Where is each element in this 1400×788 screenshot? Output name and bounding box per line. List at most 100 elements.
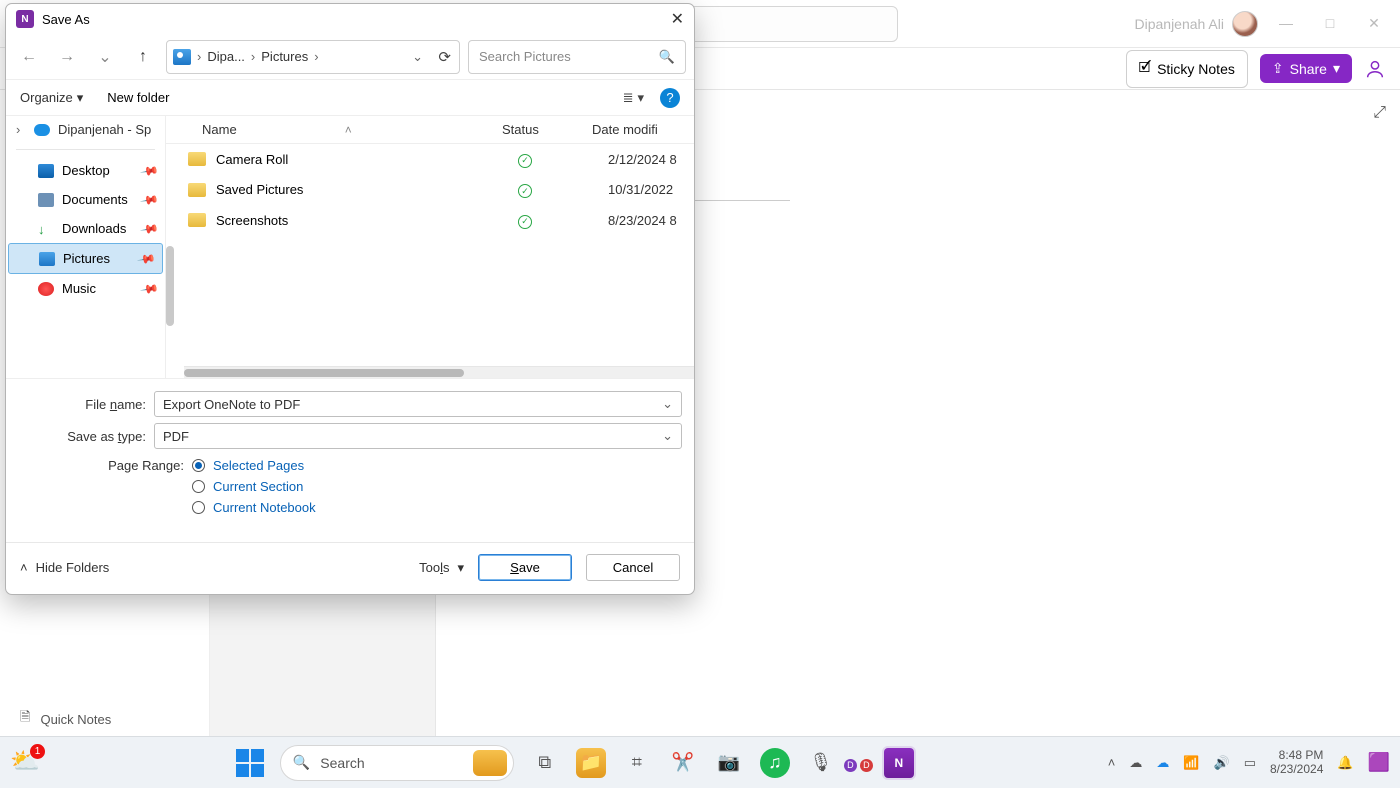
save-button[interactable]: Save [478, 554, 572, 581]
copilot-icon[interactable]: 🟪 [1368, 752, 1390, 773]
pin-icon[interactable]: 📌 [139, 189, 159, 209]
share-button[interactable]: ⇪ Share ▾ [1260, 54, 1352, 83]
nav-label: Music [62, 281, 96, 296]
activity-feed-icon[interactable] [1364, 58, 1386, 80]
nav-back-button[interactable]: ← [14, 42, 44, 72]
file-name-value: Export OneNote to PDF [163, 397, 300, 412]
notifications-icon[interactable]: 🔔 [1337, 755, 1353, 771]
file-status: ✓ [518, 212, 608, 229]
hide-folders-label: Hide Folders [36, 560, 110, 575]
column-date-header[interactable]: Date modifi [592, 122, 694, 137]
maximize-button[interactable]: □ [1322, 15, 1338, 32]
onenote-user-name: Dipanjenah Ali [1134, 16, 1224, 32]
breadcrumb-user[interactable]: Dipa... [207, 49, 245, 64]
onedrive-root[interactable]: › Dipanjenah - Sp [6, 116, 165, 143]
synced-icon: ✓ [518, 184, 532, 198]
file-row[interactable]: Saved Pictures ✓ 10/31/2022 [166, 175, 694, 206]
avatar[interactable] [1232, 11, 1258, 37]
taskbar-clock[interactable]: 8:48 PM 8/23/2024 [1270, 749, 1323, 777]
dialog-search-input[interactable]: Search Pictures 🔍 [468, 40, 686, 74]
file-row[interactable]: Camera Roll ✓ 2/12/2024 8 [166, 144, 694, 175]
onedrive-tray-icon[interactable]: ☁ [1129, 755, 1142, 771]
cancel-button[interactable]: Cancel [586, 554, 680, 581]
chevron-down-icon[interactable]: ⌄ [662, 428, 673, 444]
radio-selected-pages-label[interactable]: Selected Pages [213, 458, 304, 473]
dialog-fields: File name: Export OneNote to PDF ⌄ Save … [6, 378, 694, 524]
close-button[interactable]: ✕ [1366, 15, 1382, 32]
microphone-icon[interactable]: 🎙 [806, 748, 836, 778]
radio-current-notebook-label[interactable]: Current Notebook [213, 500, 316, 515]
file-list-hscrollbar[interactable] [184, 366, 694, 378]
nav-item-pictures[interactable]: Pictures 📌 [8, 243, 163, 274]
radio-selected-pages[interactable] [192, 459, 205, 472]
refresh-button[interactable]: ⟳ [438, 48, 451, 66]
windows-taskbar: ⛅ 1 🔍 Search ⧉ 📁 ⌗ ✂️ 📷 ♫ 🎙 D D N ˄ ☁ ☁ … [0, 736, 1400, 788]
new-folder-button[interactable]: New folder [107, 90, 169, 106]
pin-icon[interactable]: 📌 [139, 160, 159, 180]
column-status-header[interactable]: Status [502, 122, 592, 137]
expand-icon[interactable]: ⤢ [1373, 104, 1386, 122]
hide-folders-button[interactable]: ˄ Hide Folders [20, 560, 109, 575]
view-mode-button[interactable]: ≣ ▾ [623, 90, 644, 106]
minimize-button[interactable]: — [1278, 15, 1294, 32]
organize-menu[interactable]: Organize ▾ [20, 90, 83, 106]
file-row[interactable]: Screenshots ✓ 8/23/2024 8 [166, 205, 694, 236]
file-explorer-icon[interactable]: 📁 [576, 748, 606, 778]
organize-label: Organize [20, 90, 73, 105]
share-icon: ⇪ [1272, 60, 1284, 77]
sticky-notes-button[interactable]: 🗹 Sticky Notes [1126, 50, 1248, 88]
clock-time: 8:48 PM [1270, 749, 1323, 763]
radio-current-notebook[interactable] [192, 501, 205, 514]
chevron-right-icon[interactable]: › [16, 122, 26, 137]
wifi-icon[interactable]: 📶 [1183, 755, 1199, 771]
onenote-taskbar-icon[interactable]: N [884, 748, 914, 778]
page-range-group: Page Range: Selected Pages Current Secti… [108, 455, 682, 518]
nav-item-downloads[interactable]: ↓ Downloads 📌 [6, 214, 165, 243]
radio-current-section[interactable] [192, 480, 205, 493]
address-breadcrumb[interactable]: › Dipa... › Pictures › ⌄ ⟳ [166, 40, 460, 74]
spotify-icon[interactable]: ♫ [760, 748, 790, 778]
snipping-tool-icon[interactable]: ✂️ [668, 748, 698, 778]
breadcrumb-pictures[interactable]: Pictures [261, 49, 308, 64]
radio-current-section-label[interactable]: Current Section [213, 479, 303, 494]
help-button[interactable]: ? [660, 88, 680, 108]
pin-icon[interactable]: 📌 [139, 278, 159, 298]
file-date: 8/23/2024 8 [608, 213, 694, 228]
column-name-header[interactable]: Name˄ [202, 122, 502, 137]
nav-up-button[interactable]: ↑ [128, 42, 158, 72]
camera-icon[interactable]: 📷 [714, 748, 744, 778]
synced-icon: ✓ [518, 215, 532, 229]
taskbar-search[interactable]: 🔍 Search [280, 745, 514, 781]
battery-icon[interactable]: ▭ [1244, 755, 1256, 771]
onedrive-tray-icon-2[interactable]: ☁ [1156, 755, 1169, 771]
save-as-type-input[interactable]: PDF ⌄ [154, 423, 682, 449]
taskbar-weather-widget[interactable]: ⛅ 1 [10, 747, 42, 779]
nav-forward-button[interactable]: → [52, 42, 82, 72]
calculator-icon[interactable]: ⌗ [622, 748, 652, 778]
dialog-close-button[interactable]: ✕ [671, 9, 684, 29]
breadcrumb-dropdown-icon[interactable]: ⌄ [412, 49, 423, 65]
chevron-down-icon[interactable]: ⌄ [662, 396, 673, 412]
separator [16, 149, 155, 150]
save-as-type-label: Save as type: [18, 429, 146, 444]
nav-item-desktop[interactable]: Desktop 📌 [6, 156, 165, 185]
pin-icon[interactable]: 📌 [139, 218, 159, 238]
nav-history-button[interactable]: ⌄ [90, 42, 120, 72]
quick-notes-item[interactable]: 🗎 Quick Notes [20, 708, 111, 730]
file-name-input[interactable]: Export OneNote to PDF ⌄ [154, 391, 682, 417]
nav-item-documents[interactable]: Documents 📌 [6, 185, 165, 214]
tools-menu[interactable]: Tools ▾ [419, 560, 464, 576]
chevron-right-icon: › [197, 49, 201, 64]
file-name: Saved Pictures [216, 182, 518, 197]
pin-icon[interactable]: 📌 [136, 248, 156, 268]
dialog-title-bar: N Save As ✕ [6, 4, 694, 34]
onenote-user-area[interactable]: Dipanjenah Ali [1134, 11, 1258, 37]
start-button[interactable] [236, 749, 264, 777]
chevron-down-icon: ▾ [457, 560, 464, 576]
task-view-icon[interactable]: ⧉ [530, 748, 560, 778]
tray-overflow-icon[interactable]: ˄ [1108, 755, 1116, 770]
navigation-pane: › Dipanjenah - Sp Desktop 📌 Documents 📌 … [6, 116, 166, 378]
chevron-down-icon: ▾ [637, 90, 644, 106]
nav-item-music[interactable]: Music 📌 [6, 274, 165, 303]
volume-icon[interactable]: 🔊 [1214, 755, 1230, 771]
